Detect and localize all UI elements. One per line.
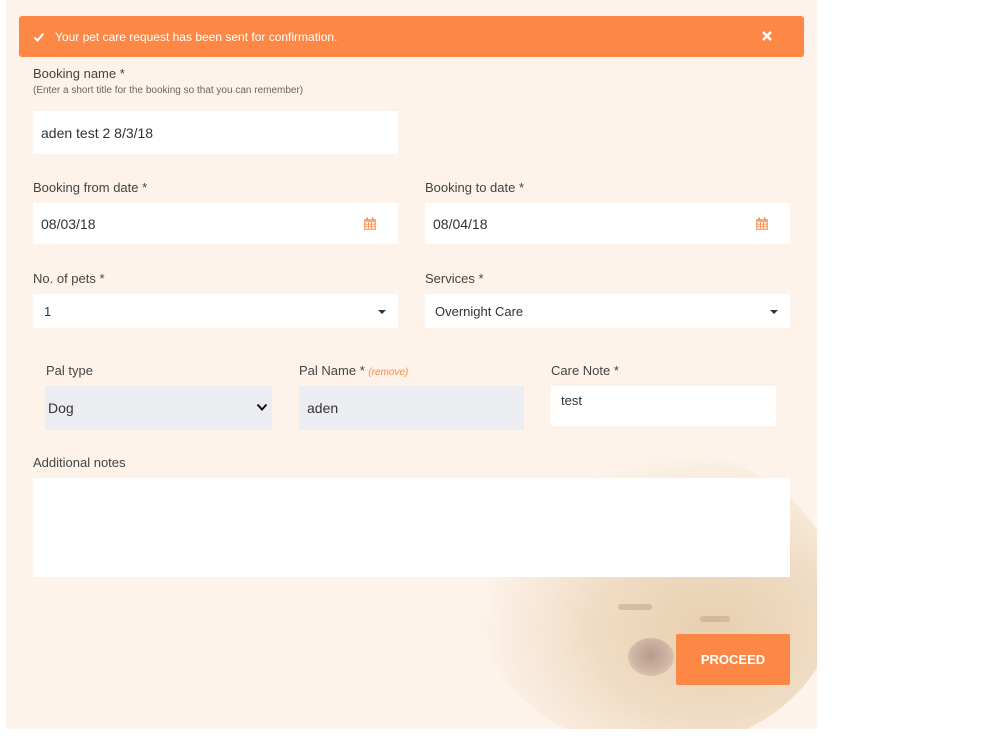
to-date-input[interactable]: 08/04/18 (425, 203, 790, 244)
success-alert: Your pet care request has been sent for … (19, 16, 804, 57)
calendar-icon[interactable] (363, 217, 377, 231)
from-date-value: 08/03/18 (41, 215, 96, 232)
additional-notes-label: Additional notes (33, 455, 126, 470)
care-note-value: test (561, 393, 582, 408)
care-note-textarea[interactable]: test (551, 386, 776, 426)
pets-label: No. of pets * (33, 271, 105, 286)
calendar-icon[interactable] (755, 217, 769, 231)
services-select[interactable]: Overnight Care (425, 294, 790, 328)
pets-select[interactable]: 1 (33, 294, 398, 328)
booking-name-label: Booking name * (33, 66, 125, 81)
remove-pal-link[interactable]: (remove) (368, 367, 408, 378)
pal-name-input[interactable]: aden (299, 386, 524, 430)
services-label: Services * (425, 271, 484, 286)
chevron-down-icon (378, 310, 386, 314)
pal-name-label-text: Pal Name * (299, 363, 365, 378)
proceed-button[interactable]: PROCEED (676, 634, 790, 685)
pal-type-label: Pal type (46, 363, 93, 378)
additional-notes-textarea[interactable] (33, 478, 790, 577)
chevron-down-icon (256, 403, 268, 411)
services-value: Overnight Care (435, 303, 524, 319)
booking-panel (6, 0, 817, 729)
alert-message: Your pet care request has been sent for … (55, 29, 338, 44)
pal-name-value: aden (307, 400, 339, 416)
check-icon (33, 32, 45, 42)
booking-name-hint: (Enter a short title for the booking so … (33, 85, 304, 96)
to-date-label: Booking to date * (425, 180, 525, 195)
care-note-label: Care Note * (551, 363, 619, 378)
close-icon[interactable] (761, 30, 773, 42)
to-date-value: 08/04/18 (433, 215, 488, 232)
from-date-label: Booking from date * (33, 180, 148, 195)
booking-name-value: aden test 2 8/3/18 (41, 124, 154, 141)
pets-value: 1 (44, 303, 52, 319)
dog-eye-right (700, 616, 730, 622)
pal-type-value: Dog (48, 400, 74, 416)
pal-type-select[interactable]: Dog (45, 386, 272, 430)
dog-eye-left (618, 604, 652, 610)
from-date-input[interactable]: 08/03/18 (33, 203, 398, 244)
pal-name-label: Pal Name * (remove) (299, 363, 408, 378)
booking-name-input[interactable]: aden test 2 8/3/18 (33, 111, 398, 154)
dog-nose (628, 638, 674, 676)
chevron-down-icon (770, 310, 778, 314)
